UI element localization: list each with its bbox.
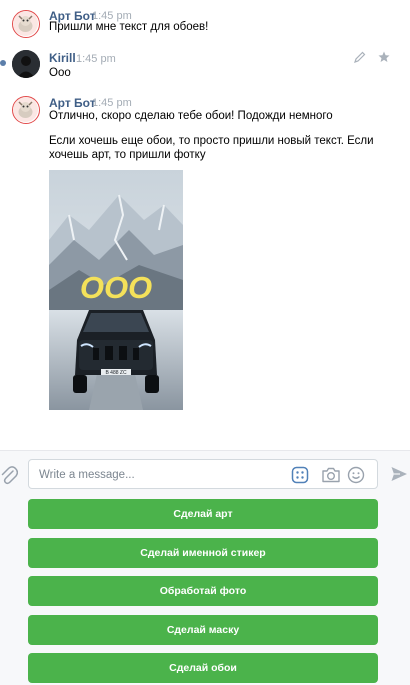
user-avatar[interactable] (12, 50, 40, 78)
license-plate: B 488 ZC (105, 370, 127, 376)
message-actions (354, 51, 390, 63)
star-icon[interactable] (378, 51, 390, 63)
keyboard-button-process-photo[interactable]: Обработай фото (28, 576, 378, 606)
pencil-icon[interactable] (354, 51, 366, 63)
keyboard-button-make-art[interactable]: Сделай арт (28, 499, 378, 529)
message-time[interactable]: 1:45 pm (76, 53, 116, 65)
smile-icon[interactable] (347, 466, 365, 484)
unread-indicator (0, 60, 6, 66)
message-time[interactable]: 1:45 pm (92, 97, 132, 109)
message-text: хочешь арт, то пришли фотку (49, 149, 206, 161)
camera-icon[interactable] (321, 466, 340, 484)
composer-divider (0, 450, 410, 451)
message-text: Пришли мне текст для обоев! (49, 21, 209, 33)
message-text: Ооо (49, 67, 71, 79)
bot-keyboard-icon[interactable] (291, 466, 309, 484)
bot-avatar[interactable] (12, 96, 40, 124)
message-input-box[interactable] (28, 459, 378, 489)
keyboard-button-name-sticker[interactable]: Сделай именной стикер (28, 538, 378, 568)
keyboard-button-make-mask[interactable]: Сделай маску (28, 615, 378, 645)
keyboard-button-make-wallpaper[interactable]: Сделай обои (28, 653, 378, 683)
wallpaper-photo[interactable]: B 488 ZC ООО (49, 170, 183, 410)
bot-avatar[interactable] (12, 10, 40, 38)
message-text: Отлично, скоро сделаю тебе обои! Подожди… (49, 110, 333, 122)
paperclip-icon[interactable] (0, 465, 19, 485)
message-input[interactable] (39, 466, 289, 483)
wallpaper-text: ООО (80, 270, 152, 305)
message-author[interactable]: Kirill (49, 51, 76, 65)
message-text: Если хочешь еще обои, то просто пришли н… (49, 135, 374, 147)
message-author[interactable]: Арт Бот (49, 96, 96, 110)
send-icon[interactable] (390, 465, 408, 483)
